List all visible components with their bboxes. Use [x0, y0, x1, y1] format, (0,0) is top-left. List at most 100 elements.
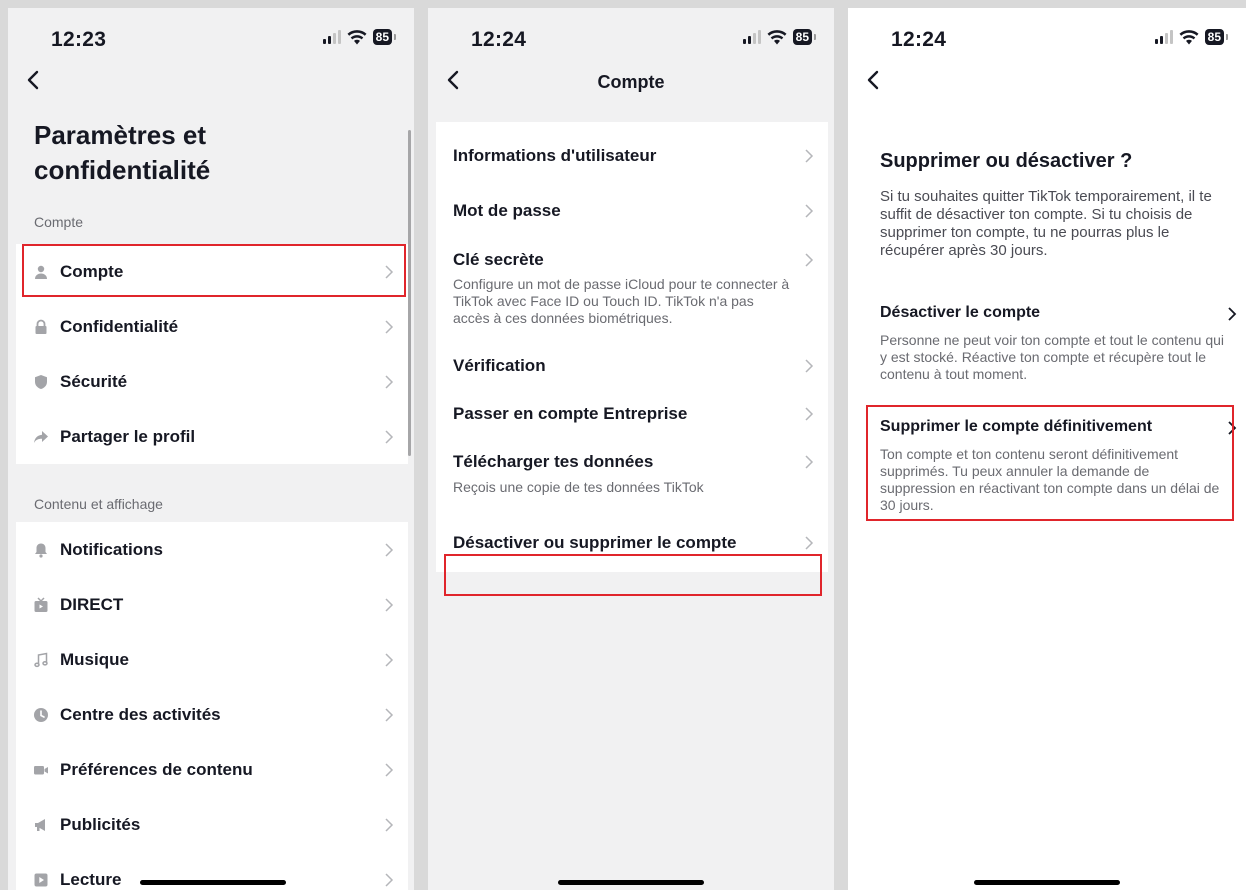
clock-icon [32, 706, 50, 724]
settings-item-publicites[interactable]: Publicités [16, 797, 408, 852]
status-bar: 12:24 85 [848, 8, 1246, 60]
home-indicator[interactable] [974, 880, 1120, 885]
option-title: Supprimer le compte définitivement [880, 418, 1153, 435]
settings-item-label: Publicités [60, 814, 141, 834]
home-indicator[interactable] [140, 880, 286, 885]
settings-item-compte[interactable]: Compte [16, 244, 408, 299]
menu-item-label: Vérification [453, 356, 546, 375]
chevron-right-icon [804, 455, 814, 469]
chevron-right-icon [1226, 420, 1238, 436]
chevron-right-icon [384, 429, 394, 444]
video-camera-icon [32, 761, 50, 779]
back-button[interactable] [22, 68, 52, 98]
clock: 12:24 [891, 28, 947, 51]
menu-item-mot-de-passe[interactable]: Mot de passe [436, 190, 828, 232]
chevron-right-icon [384, 652, 394, 667]
menu-item-label: Mot de passe [453, 201, 561, 220]
option-description: Personne ne peut voir ton compte et tout… [880, 332, 1225, 382]
play-icon [32, 871, 50, 889]
menu-item-label: Désactiver ou supprimer le compte [453, 533, 737, 552]
settings-item-label: Sécurité [60, 371, 128, 391]
bell-icon [32, 541, 50, 559]
chevron-right-icon [384, 762, 394, 777]
status-bar: 12:24 85 [428, 8, 834, 60]
settings-item-partager-profil[interactable]: Partager le profil [16, 409, 408, 464]
settings-item-securite[interactable]: Sécurité [16, 354, 408, 409]
menu-item-desactiver-supprimer[interactable]: Désactiver ou supprimer le compte [436, 496, 828, 572]
settings-item-label: DIRECT [60, 594, 124, 614]
chevron-right-icon [804, 407, 814, 421]
content-section-list: Notifications DIRECT Musique Centre des … [16, 522, 408, 890]
shield-icon [32, 373, 50, 391]
chevron-right-icon [384, 817, 394, 832]
clock: 12:24 [471, 28, 527, 51]
back-button[interactable] [862, 68, 892, 98]
menu-item-label: Clé secrète [453, 250, 544, 269]
settings-item-label: Centre des activités [60, 704, 221, 724]
chevron-right-icon [384, 707, 394, 722]
option-deactivate-account[interactable]: Désactiver le compte Personne ne peut vo… [880, 304, 1237, 383]
signal-icon [742, 30, 761, 44]
account-options-list: Informations d'utilisateur Mot de passe … [436, 122, 828, 572]
page-title: Compte [597, 72, 665, 92]
settings-item-confidentialite[interactable]: Confidentialité [16, 299, 408, 354]
settings-screen: 12:23 85 Paramètres et confidentialité C… [8, 8, 414, 890]
intro-text: Si tu souhaites quitter TikTok temporair… [880, 188, 1212, 259]
wifi-icon [767, 29, 787, 44]
chevron-right-icon [384, 319, 394, 334]
settings-item-label: Notifications [60, 539, 163, 559]
chevron-right-icon [384, 374, 394, 389]
menu-item-compte-entreprise[interactable]: Passer en compte Entreprise [436, 389, 828, 439]
battery-indicator: 85 [372, 29, 397, 45]
option-description: Ton compte et ton contenu seront définit… [880, 446, 1220, 513]
settings-item-label: Compte [60, 261, 124, 281]
option-delete-account-permanently[interactable]: Supprimer le compte définitivement Ton c… [880, 418, 1237, 514]
menu-item-informations-utilisateur[interactable]: Informations d'utilisateur [436, 122, 828, 190]
battery-indicator: 85 [1204, 29, 1229, 45]
page-title: Paramètres et confidentialité [34, 120, 211, 185]
music-note-icon [32, 651, 50, 669]
chevron-left-icon [27, 70, 39, 90]
menu-item-label: Télécharger tes données [453, 452, 654, 471]
settings-item-direct[interactable]: DIRECT [16, 577, 408, 632]
chevron-right-icon [804, 204, 814, 218]
menu-item-description: Reçois une copie de tes données TikTok [453, 479, 704, 495]
settings-item-label: Confidentialité [60, 316, 179, 336]
wifi-icon [347, 29, 367, 44]
settings-item-label: Musique [60, 649, 129, 669]
settings-item-label: Préférences de contenu [60, 759, 253, 779]
section-label-content: Contenu et affichage [34, 496, 163, 512]
chevron-right-icon [804, 149, 814, 163]
settings-item-preferences-contenu[interactable]: Préférences de contenu [16, 742, 408, 797]
settings-item-notifications[interactable]: Notifications [16, 522, 408, 577]
account-section-list: Compte Confidentialité Sécurité Partager… [16, 244, 408, 464]
settings-item-centre-activites[interactable]: Centre des activités [16, 687, 408, 742]
share-icon [32, 428, 50, 446]
chevron-right-icon [804, 253, 814, 267]
scrollbar[interactable] [408, 130, 411, 456]
menu-item-description: Configure un mot de passe iCloud pour te… [453, 276, 790, 326]
status-bar: 12:23 85 [8, 8, 414, 60]
menu-item-verification[interactable]: Vérification [436, 327, 828, 389]
signal-icon [322, 30, 341, 44]
chevron-right-icon [384, 264, 394, 279]
chevron-right-icon [804, 359, 814, 373]
signal-icon [1154, 30, 1173, 44]
clock: 12:23 [51, 28, 107, 51]
settings-item-label: Lecture [60, 869, 122, 889]
menu-item-cle-secrete[interactable]: Clé secrète Configure un mot de passe iC… [436, 232, 828, 327]
chevron-left-icon [867, 70, 879, 90]
chevron-right-icon [804, 536, 814, 550]
menu-item-telecharger-donnees[interactable]: Télécharger tes données Reçois une copie… [436, 439, 828, 496]
lock-icon [32, 318, 50, 336]
delete-or-deactivate-screen: 12:24 85 Supprimer ou désactiver ? Si tu… [848, 8, 1246, 890]
chevron-right-icon [384, 597, 394, 612]
live-tv-icon [32, 596, 50, 614]
home-indicator[interactable] [558, 880, 704, 885]
megaphone-icon [32, 816, 50, 834]
menu-item-label: Passer en compte Entreprise [453, 404, 688, 423]
settings-item-musique[interactable]: Musique [16, 632, 408, 687]
settings-item-label: Partager le profil [60, 426, 196, 446]
wifi-icon [1179, 29, 1199, 44]
option-title: Désactiver le compte [880, 304, 1041, 321]
